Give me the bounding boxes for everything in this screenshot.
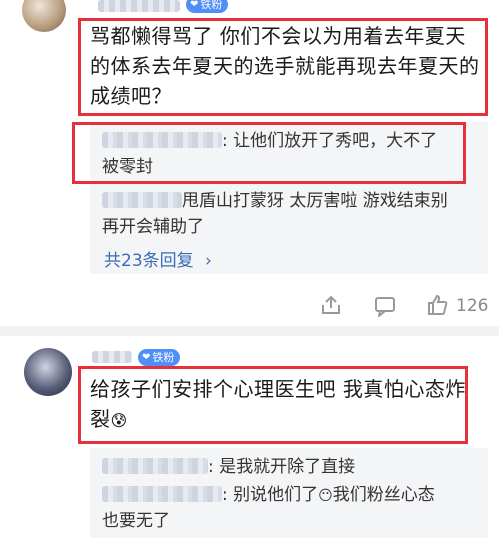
like-icon[interactable] — [426, 294, 448, 316]
user-avatar[interactable] — [22, 0, 66, 32]
face-emoji-icon: 😰 — [110, 411, 128, 430]
reply-text-cont: 被零封 — [102, 157, 153, 177]
reply-text: : 让他们放开了秀吧，大不了 — [222, 131, 438, 151]
share-icon[interactable] — [320, 294, 342, 316]
comment-text: 给孩子们安排个心理医生吧 我真怕心态炸 裂😰 — [90, 374, 466, 436]
reply-text: : 别说他们了 — [222, 485, 319, 505]
comment-text-line: 的体系去年夏天的选手就能再现去年夏天的 — [90, 54, 480, 78]
username-blurred[interactable] — [92, 351, 132, 363]
username-blurred[interactable] — [98, 0, 180, 12]
reply-username-blurred[interactable] — [102, 486, 222, 502]
fan-badge: ❤ 铁粉 — [138, 349, 181, 366]
badge-icon: ❤ — [142, 352, 151, 363]
sticker-emoji-icon: 😶 — [318, 488, 333, 504]
comment-text-line: 给孩子们安排个心理医生吧 我真怕心态炸 — [90, 377, 466, 401]
reply-text: 我们粉丝心态 — [332, 485, 435, 505]
comment-divider — [0, 326, 499, 336]
comment-icon[interactable] — [374, 295, 396, 317]
reply-text-cont: 也要无了 — [102, 511, 170, 531]
reply-text: : 是我就开除了直接 — [208, 457, 356, 477]
user-avatar[interactable] — [24, 348, 72, 396]
comment-text: 骂都懒得骂了 你们不会以为用着去年夏天 的体系去年夏天的选手就能再现去年夏天的 … — [90, 21, 480, 111]
comment-text-line: 成绩吧？ — [90, 84, 172, 108]
reply-item[interactable]: : 让他们放开了秀吧，大不了 — [102, 128, 437, 154]
fan-badge-label: 铁粉 — [200, 0, 223, 11]
view-more-replies-label: 共23条回复 — [104, 251, 194, 271]
reply-item[interactable]: : 是我就开除了直接 — [102, 454, 355, 480]
reply-text: 甩盾山打蒙犽 太厉害啦 游戏结束别 — [182, 191, 448, 211]
comment-text-line: 骂都懒得骂了 你们不会以为用着去年夏天 — [90, 24, 466, 48]
reply-username-blurred[interactable] — [102, 192, 182, 208]
comment-text-line: 裂😰 — [90, 407, 128, 431]
view-more-replies-link[interactable]: 共23条回复 › — [104, 246, 212, 271]
reply-username-blurred[interactable] — [102, 132, 222, 148]
fan-badge: ❤ 铁粉 — [186, 0, 229, 13]
reply-text-cont: 再开会辅助了 — [102, 217, 204, 237]
reply-item[interactable]: : 别说他们了😶我们粉丝心态 — [102, 482, 435, 509]
fan-badge-label: 铁粉 — [152, 351, 175, 364]
badge-icon: ❤ — [190, 0, 199, 10]
chevron-right-icon: › — [205, 251, 212, 271]
like-count: 126 — [456, 296, 489, 316]
reply-username-blurred[interactable] — [102, 458, 208, 474]
reply-item[interactable]: 甩盾山打蒙犽 太厉害啦 游戏结束别 — [102, 188, 448, 214]
